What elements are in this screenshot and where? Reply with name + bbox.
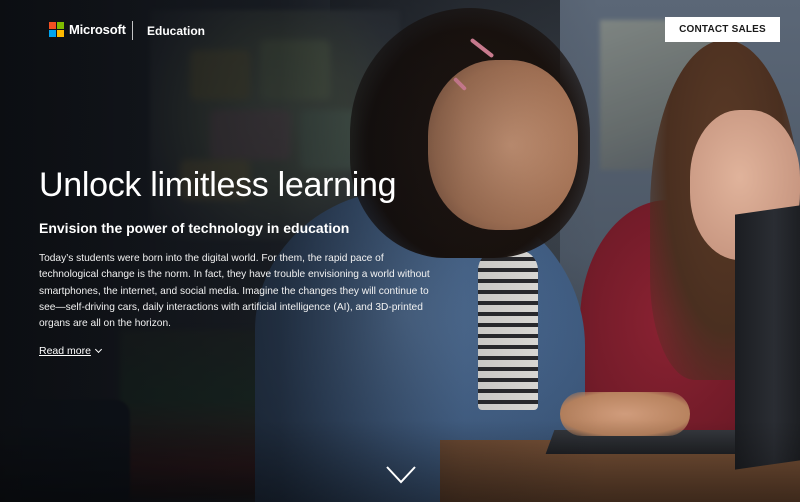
hero-body-text: Today’s students were born into the digi… (39, 253, 430, 330)
microsoft-logo-icon (49, 22, 64, 37)
hero-title: Unlock limitless learning (39, 166, 397, 204)
microsoft-logo-link[interactable]: Microsoft (49, 22, 126, 37)
scroll-down-chevron-icon[interactable] (386, 466, 416, 484)
contact-sales-button[interactable]: CONTACT SALES (665, 17, 780, 42)
education-link[interactable]: Education (147, 24, 205, 38)
bottom-overlay (0, 420, 800, 502)
logo-square-green (57, 22, 64, 29)
logo-square-red (49, 22, 56, 29)
logo-square-blue (49, 30, 56, 37)
read-more-label: Read more (39, 345, 91, 358)
chevron-down-icon (94, 346, 102, 354)
read-more-link[interactable]: Read more (39, 345, 102, 358)
site-header: Microsoft Education CONTACT SALES (0, 0, 800, 60)
header-divider (132, 21, 133, 40)
hero-subtitle: Envision the power of technology in educ… (39, 220, 350, 236)
hero-banner: Microsoft Education CONTACT SALES Unlock… (0, 0, 800, 502)
brand-name: Microsoft (69, 22, 126, 37)
logo-square-yellow (57, 30, 64, 37)
hero-content: Unlock limitless learning Envision the p… (39, 165, 430, 359)
